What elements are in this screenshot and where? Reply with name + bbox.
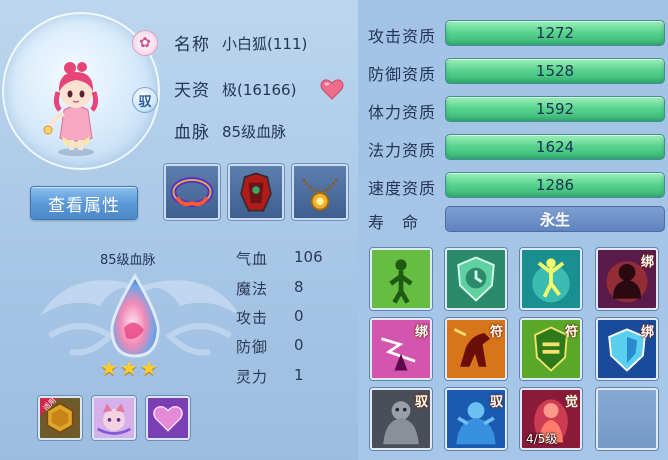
stat-value-hp: 106 [294,248,323,266]
tamed-badge: 驭 [132,87,158,113]
pet-character-icon [43,62,99,156]
skill-slot-10[interactable]: 驭 [445,388,507,450]
skill-tag: 绑 [640,255,654,270]
bracelet-icon [170,177,214,207]
skill-tag: 符 [564,325,578,340]
hexagon-gold-icon: 适用 [40,398,80,438]
equip-slot-armor[interactable] [228,164,284,220]
lifespan-label: 寿 命 [368,213,420,232]
skill-slot-empty[interactable] [596,388,658,450]
aptitude-bar-attack: 1272 [445,20,665,46]
green-shield-clock-icon [447,250,505,308]
aptitude-label-stamina: 体力资质 [368,103,437,122]
bloodline-stars: ★ ★ ★ [100,358,172,380]
talent-label: 天资 [174,81,210,101]
star-icon: ★ [139,356,158,380]
aptitude-label-speed: 速度资质 [368,179,437,198]
item-slot-heart[interactable] [146,396,190,440]
stat-value-spirit: 1 [294,366,304,384]
skill-slot-4[interactable]: 绑 [596,248,658,310]
bloodline-value: 85级血脉 [222,123,287,141]
skill-slot-5[interactable]: 绑 [370,318,432,380]
skill-tag: 驭 [489,395,503,410]
skill-level: 4/5级 [526,432,558,446]
equip-slot-bracelet[interactable] [164,164,220,220]
cyan-dancer-icon [522,250,580,308]
stat-value-attack: 0 [294,307,304,325]
star-icon: ★ [119,356,138,380]
aptitude-label-attack: 攻击资质 [368,27,437,46]
lifespan-bar: 永生 [445,206,665,232]
view-attributes-button[interactable]: 查看属性 [30,186,138,220]
stat-label-defense: 防御 [236,338,269,356]
bloodline-gem-icon[interactable] [104,272,166,360]
stat-label-spirit: 灵力 [236,368,269,386]
skill-slot-7[interactable]: 符 [520,318,582,380]
pet-face-icon [94,398,134,438]
equip-slot-necklace[interactable] [292,164,348,220]
heart-icon[interactable] [320,78,344,100]
stat-label-mp: 魔法 [236,280,269,298]
name-value: 小白狐(111) [222,35,308,53]
green-figure-icon [372,250,430,308]
stat-value-defense: 0 [294,336,304,354]
item-slot-pet-face[interactable] [92,396,136,440]
armor-icon [240,172,272,212]
aptitude-bar-magic: 1624 [445,134,665,160]
stat-label-hp: 气血 [236,250,269,268]
skill-slot-6[interactable]: 符 [445,318,507,380]
talent-value: 极(16166) [222,81,297,99]
skill-tag: 绑 [414,325,428,340]
aptitude-label-defense: 防御资质 [368,65,437,84]
lotus-icon: ✿ [132,30,158,56]
aptitude-label-magic: 法力资质 [368,141,437,160]
skill-slot-2[interactable] [445,248,507,310]
skill-tag: 绑 [640,325,654,340]
skill-tag: 觉 [564,395,578,410]
necklace-icon [302,178,338,211]
aptitude-bar-defense: 1528 [445,58,665,84]
skill-slot-3[interactable] [520,248,582,310]
item-slot-hexagon[interactable]: 适用 [38,396,82,440]
stat-value-mp: 8 [294,278,304,296]
bloodline-label: 血脉 [174,123,210,143]
skill-tag: 符 [489,325,503,340]
heart-purple-icon [148,398,188,438]
skill-slot-11[interactable]: 觉 4/5级 [520,388,582,450]
aptitude-bar-speed: 1286 [445,172,665,198]
star-icon: ★ [100,356,118,380]
name-label: 名称 [174,35,210,55]
skill-slot-9[interactable]: 驭 [370,388,432,450]
skill-slot-8[interactable]: 绑 [596,318,658,380]
bloodline-level-title: 85级血脉 [100,253,156,268]
skill-slot-1[interactable] [370,248,432,310]
aptitude-bar-stamina: 1592 [445,96,665,122]
stat-label-attack: 攻击 [236,309,269,327]
skill-tag: 驭 [414,395,428,410]
